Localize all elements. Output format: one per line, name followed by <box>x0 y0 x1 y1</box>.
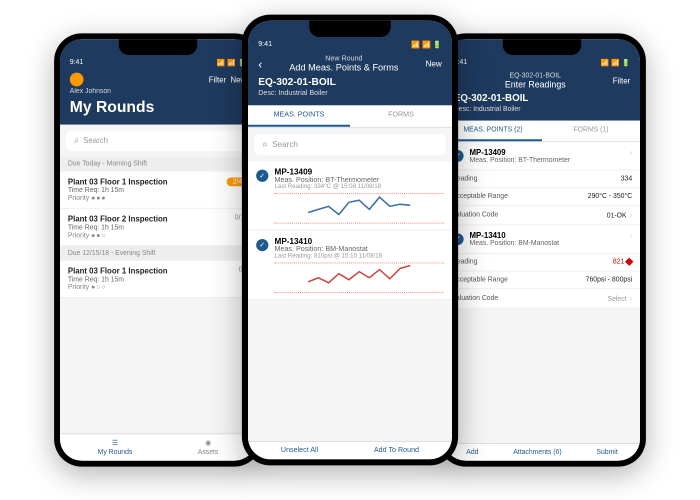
status-time: 9:41 <box>70 59 83 67</box>
round-card[interactable]: Plant 03 Floor 2 Inspection Time Req: 1h… <box>60 209 256 246</box>
check-icon[interactable]: ✓ <box>256 239 268 251</box>
range-row: Acceptable Range760psi - 800psi <box>444 272 640 290</box>
status-icons: 📶 📶 🔋 <box>601 59 630 67</box>
status-icons: 📶 📶 🔋 <box>411 41 442 49</box>
avatar[interactable] <box>70 73 84 87</box>
breadcrumb: New Round <box>289 55 398 62</box>
add-button[interactable]: Add <box>466 449 478 456</box>
valuation-row[interactable]: Valuation CodeSelect› <box>444 289 640 309</box>
nav-my-rounds[interactable]: ☰My Rounds <box>98 439 133 456</box>
filter-button[interactable]: Filter <box>209 75 226 84</box>
filter-button[interactable]: Filter <box>613 77 630 86</box>
nav-assets[interactable]: ◉Assets <box>198 439 219 456</box>
phone-my-rounds: 9:41📶 📶 🔋 Filter New Alex Johnson My Rou… <box>54 33 262 466</box>
notch <box>503 39 581 55</box>
range-row: Acceptable Range290°C - 350°C <box>444 188 640 206</box>
breadcrumb: EQ-302-01-BOIL <box>505 73 566 80</box>
username-label: Alex Johnson <box>70 88 246 95</box>
tab-forms[interactable]: FORMS (1) <box>542 121 640 142</box>
chevron-right-icon: › <box>630 211 633 220</box>
tab-forms[interactable]: FORMS <box>350 105 452 126</box>
measurement-point[interactable]: ✓ MP-13409 Meas. Position: BT-Thermomete… <box>248 161 452 230</box>
equipment-id: EQ-302-01-BOIL <box>258 77 442 88</box>
submit-button[interactable]: Submit <box>596 449 617 456</box>
back-button[interactable]: ‹ <box>258 57 262 71</box>
sparkline-chart <box>275 193 444 224</box>
measurement-point-header[interactable]: ✓ MP-13409 Meas. Position: BT-Thermomete… <box>444 142 640 170</box>
page-title: Add Meas. Points & Forms <box>289 63 398 73</box>
equipment-desc: Desc: Industrial Boiler <box>454 106 630 113</box>
search-input[interactable]: Search <box>66 130 250 151</box>
new-button[interactable]: New <box>425 59 441 68</box>
chevron-right-icon: › <box>630 294 633 303</box>
chevron-right-icon: › <box>630 148 633 164</box>
round-card[interactable]: Plant 03 Floor 1 Inspection Time Req: 1h… <box>60 261 256 298</box>
phone-add-meas-points: 9:41 📶 📶 🔋 ‹ New Round Add Meas. Points &… <box>242 15 458 466</box>
page-title: Enter Readings <box>505 79 566 89</box>
footer-actions: Unselect All Add To Round <box>248 441 452 459</box>
notch <box>309 21 391 37</box>
attachments-button[interactable]: Attachments (6) <box>513 449 561 456</box>
reading-row[interactable]: Reading821 <box>444 254 640 272</box>
chevron-right-icon: › <box>630 231 633 247</box>
measurement-point-header[interactable]: ✓ MP-13410 Meas. Position: BM-Manostat › <box>444 226 640 254</box>
check-icon[interactable]: ✓ <box>256 170 268 182</box>
tabs: MEAS. POINTS FORMS <box>248 105 452 127</box>
reading-row[interactable]: Reading334 <box>444 171 640 189</box>
notch <box>119 39 197 55</box>
footer-actions: Add Attachments (6) Submit <box>444 443 640 461</box>
status-time: 9:41 <box>258 41 272 49</box>
equipment-desc: Desc: Industrial Boiler <box>258 90 442 97</box>
valuation-row[interactable]: Valuation Code01-OK› <box>444 206 640 226</box>
section-header: Due Today - Morning Shift <box>60 157 256 172</box>
cube-icon: ◉ <box>205 439 211 447</box>
tab-meas-points[interactable]: MEAS. POINTS (2) <box>444 121 542 142</box>
measurement-point[interactable]: ✓ MP-13410 Meas. Position: BM-Manostat L… <box>248 231 452 300</box>
search-input[interactable]: Search <box>254 134 446 155</box>
equipment-id: EQ-302-01-BOIL <box>454 93 630 104</box>
section-header: Due 12/15/18 - Evening Shift <box>60 246 256 261</box>
sparkline-chart <box>275 262 444 293</box>
list-icon: ☰ <box>112 439 118 447</box>
bottom-nav: ☰My Rounds ◉Assets <box>60 433 256 460</box>
tabs: MEAS. POINTS (2) FORMS (1) <box>444 121 640 143</box>
page-title: My Rounds <box>70 99 246 117</box>
add-to-round-button[interactable]: Add To Round <box>374 447 419 454</box>
warning-icon <box>625 258 633 266</box>
phone-enter-readings: 9:41📶 📶 🔋 ‹ EQ-302-01-BOIL Enter Reading… <box>438 33 646 466</box>
round-card[interactable]: Plant 03 Floor 1 Inspection Time Req: 1h… <box>60 172 256 209</box>
tab-meas-points[interactable]: MEAS. POINTS <box>248 105 350 126</box>
unselect-all-button[interactable]: Unselect All <box>281 447 318 454</box>
